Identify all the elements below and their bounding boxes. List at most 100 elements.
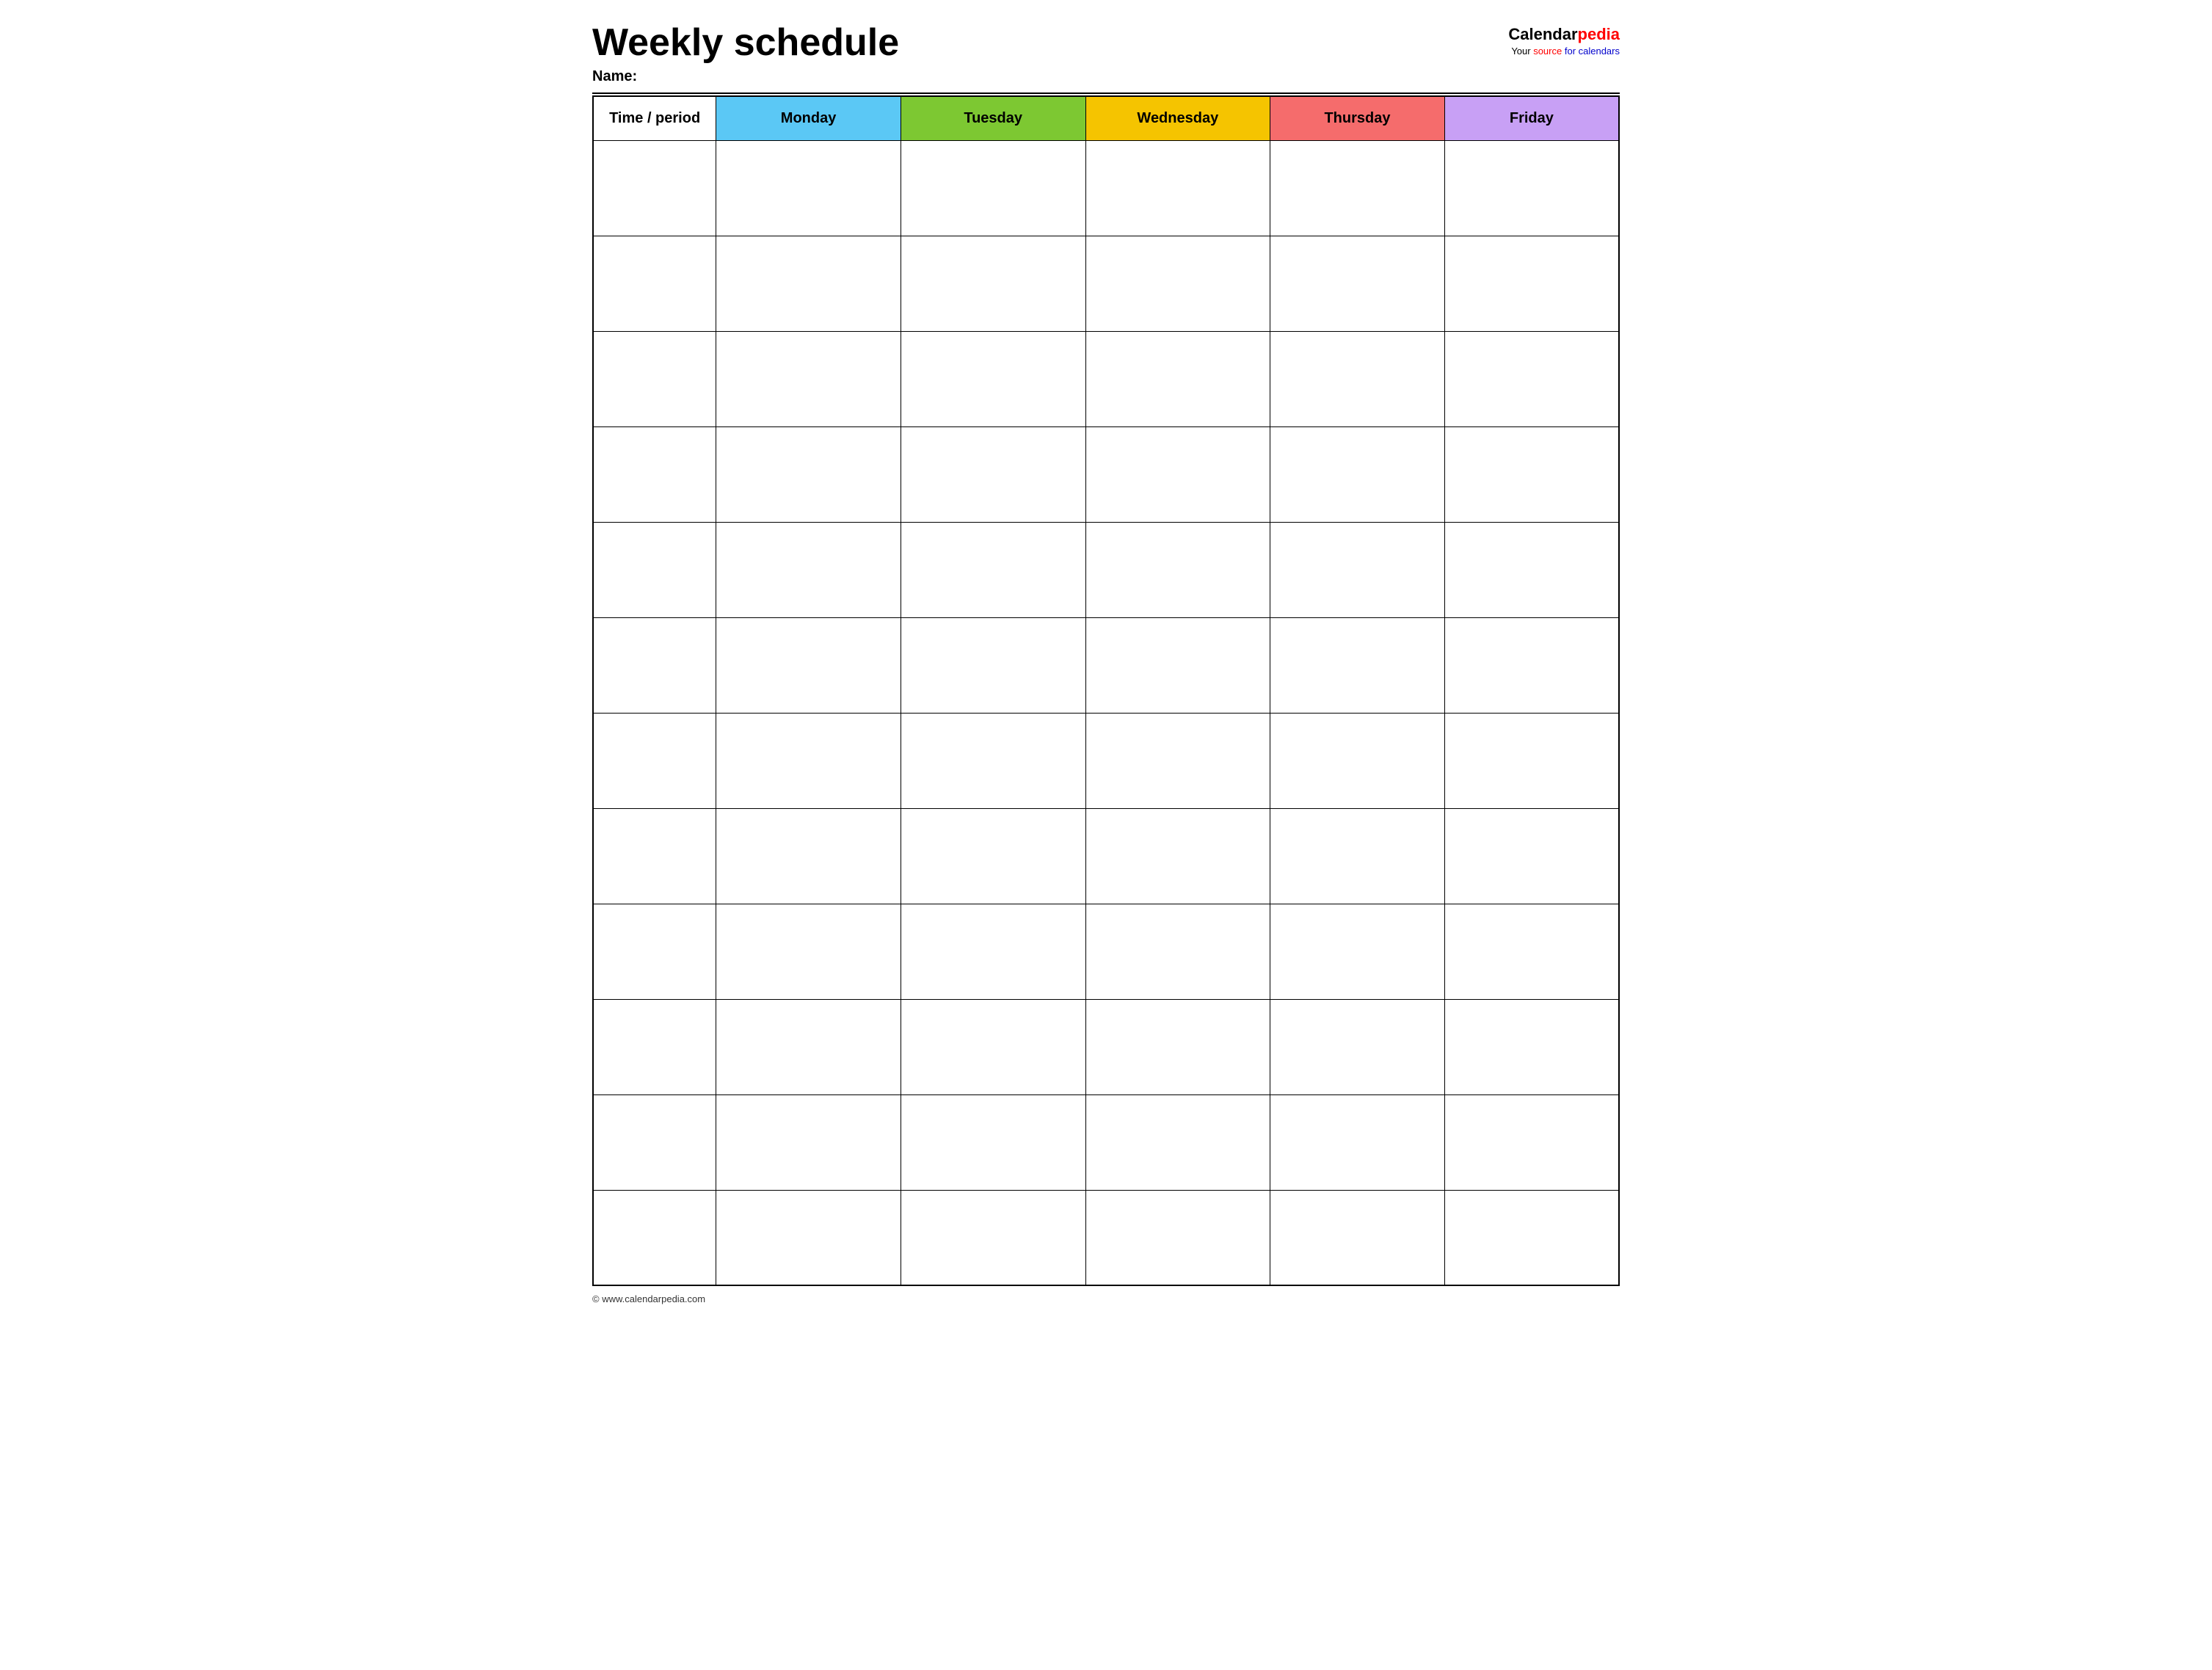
schedule-cell[interactable] xyxy=(716,808,901,904)
time-cell[interactable] xyxy=(593,426,716,522)
schedule-cell[interactable] xyxy=(1444,1094,1619,1190)
schedule-cell[interactable] xyxy=(901,713,1085,808)
schedule-cell[interactable] xyxy=(716,426,901,522)
schedule-cell[interactable] xyxy=(1270,617,1445,713)
schedule-cell[interactable] xyxy=(901,236,1085,331)
schedule-cell[interactable] xyxy=(1085,999,1270,1094)
schedule-cell[interactable] xyxy=(716,713,901,808)
time-cell[interactable] xyxy=(593,331,716,426)
time-cell[interactable] xyxy=(593,904,716,999)
page-title: Weekly schedule xyxy=(592,22,899,64)
logo-subtitle-rest: for calendars xyxy=(1562,46,1620,57)
schedule-cell[interactable] xyxy=(716,617,901,713)
schedule-cell[interactable] xyxy=(901,617,1085,713)
schedule-cell[interactable] xyxy=(716,1094,901,1190)
header-tuesday: Tuesday xyxy=(901,96,1085,140)
schedule-cell[interactable] xyxy=(716,904,901,999)
schedule-cell[interactable] xyxy=(1085,1094,1270,1190)
page-wrapper: Weekly schedule Name: Calendarpedia Your… xyxy=(592,22,1620,1304)
schedule-cell[interactable] xyxy=(1085,904,1270,999)
header-friday: Friday xyxy=(1444,96,1619,140)
schedule-cell[interactable] xyxy=(1444,1190,1619,1285)
schedule-cell[interactable] xyxy=(716,999,901,1094)
table-row xyxy=(593,426,1619,522)
schedule-cell[interactable] xyxy=(901,1094,1085,1190)
header-wednesday: Wednesday xyxy=(1085,96,1270,140)
schedule-table: Time / period Monday Tuesday Wednesday T… xyxy=(592,95,1620,1286)
table-row xyxy=(593,999,1619,1094)
name-label: Name: xyxy=(592,68,899,85)
schedule-cell[interactable] xyxy=(1270,522,1445,617)
table-row xyxy=(593,1190,1619,1285)
logo-subtitle-your: Your xyxy=(1511,46,1533,57)
schedule-cell[interactable] xyxy=(1444,236,1619,331)
schedule-cell[interactable] xyxy=(901,426,1085,522)
schedule-cell[interactable] xyxy=(901,331,1085,426)
logo-text: Calendarpedia xyxy=(1508,25,1620,44)
schedule-cell[interactable] xyxy=(1270,1094,1445,1190)
schedule-cell[interactable] xyxy=(716,140,901,236)
schedule-cell[interactable] xyxy=(1085,426,1270,522)
header: Weekly schedule Name: Calendarpedia Your… xyxy=(592,22,1620,85)
top-divider xyxy=(592,92,1620,94)
schedule-cell[interactable] xyxy=(901,904,1085,999)
schedule-cell[interactable] xyxy=(1270,808,1445,904)
schedule-cell[interactable] xyxy=(1085,617,1270,713)
time-cell[interactable] xyxy=(593,140,716,236)
schedule-cell[interactable] xyxy=(1085,1190,1270,1285)
schedule-cell[interactable] xyxy=(1085,331,1270,426)
schedule-cell[interactable] xyxy=(1444,426,1619,522)
time-cell[interactable] xyxy=(593,999,716,1094)
logo-subtitle-source: source xyxy=(1533,46,1562,57)
footer: © www.calendarpedia.com xyxy=(592,1293,1620,1304)
schedule-cell[interactable] xyxy=(1085,140,1270,236)
schedule-cell[interactable] xyxy=(1270,713,1445,808)
header-thursday: Thursday xyxy=(1270,96,1445,140)
time-cell[interactable] xyxy=(593,1190,716,1285)
time-cell[interactable] xyxy=(593,236,716,331)
schedule-cell[interactable] xyxy=(901,522,1085,617)
schedule-cell[interactable] xyxy=(1270,236,1445,331)
schedule-cell[interactable] xyxy=(901,808,1085,904)
table-row xyxy=(593,331,1619,426)
schedule-cell[interactable] xyxy=(716,331,901,426)
schedule-cell[interactable] xyxy=(716,522,901,617)
logo-section: Calendarpedia Your source for calendars xyxy=(1508,22,1620,57)
schedule-cell[interactable] xyxy=(1270,426,1445,522)
schedule-cell[interactable] xyxy=(901,140,1085,236)
schedule-cell[interactable] xyxy=(1444,999,1619,1094)
schedule-cell[interactable] xyxy=(901,1190,1085,1285)
schedule-cell[interactable] xyxy=(1270,904,1445,999)
logo-subtitle: Your source for calendars xyxy=(1511,46,1620,57)
time-cell[interactable] xyxy=(593,808,716,904)
schedule-cell[interactable] xyxy=(1270,140,1445,236)
schedule-cell[interactable] xyxy=(1085,808,1270,904)
schedule-cell[interactable] xyxy=(1444,617,1619,713)
table-row xyxy=(593,140,1619,236)
schedule-cell[interactable] xyxy=(1444,522,1619,617)
header-time-period: Time / period xyxy=(593,96,716,140)
schedule-cell[interactable] xyxy=(716,1190,901,1285)
schedule-cell[interactable] xyxy=(1270,1190,1445,1285)
header-monday: Monday xyxy=(716,96,901,140)
schedule-cell[interactable] xyxy=(1085,713,1270,808)
table-row xyxy=(593,522,1619,617)
schedule-cell[interactable] xyxy=(1270,999,1445,1094)
schedule-cell[interactable] xyxy=(1444,331,1619,426)
schedule-cell[interactable] xyxy=(716,236,901,331)
logo-pedia: pedia xyxy=(1578,25,1620,43)
schedule-cell[interactable] xyxy=(1270,331,1445,426)
schedule-cell[interactable] xyxy=(1085,522,1270,617)
schedule-cell[interactable] xyxy=(901,999,1085,1094)
time-cell[interactable] xyxy=(593,617,716,713)
table-row xyxy=(593,236,1619,331)
time-cell[interactable] xyxy=(593,713,716,808)
schedule-cell[interactable] xyxy=(1444,713,1619,808)
schedule-cell[interactable] xyxy=(1444,904,1619,999)
schedule-cell[interactable] xyxy=(1444,808,1619,904)
table-row xyxy=(593,808,1619,904)
time-cell[interactable] xyxy=(593,1094,716,1190)
schedule-cell[interactable] xyxy=(1085,236,1270,331)
schedule-cell[interactable] xyxy=(1444,140,1619,236)
time-cell[interactable] xyxy=(593,522,716,617)
